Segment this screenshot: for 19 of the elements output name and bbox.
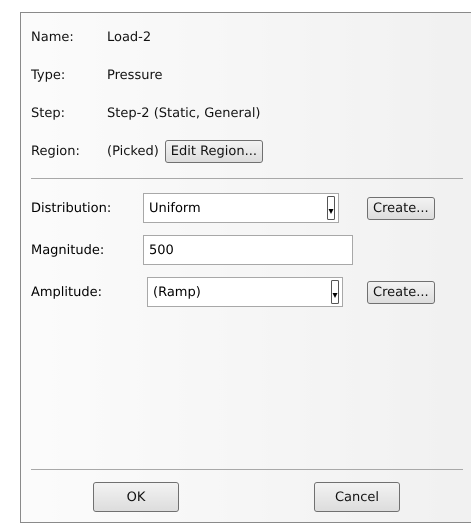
field-label: Magnitude:	[31, 242, 106, 258]
field-value: (Picked)	[107, 144, 159, 158]
field-label: Step:	[31, 106, 66, 120]
edit-region-button[interactable]: Edit Region...	[164, 140, 263, 162]
dropdown-field[interactable]: (Ramp)	[147, 277, 343, 307]
cancel-button[interactable]: Cancel	[314, 482, 400, 512]
field-label: Amplitude:	[31, 284, 103, 300]
magnitude-input[interactable]: 500	[143, 235, 353, 265]
field-label: Distribution:	[31, 200, 112, 216]
ok-button[interactable]: OK	[93, 482, 179, 512]
create-button[interactable]: Create...	[367, 196, 435, 220]
dropdown-field[interactable]: Uniform	[143, 193, 339, 223]
field-label: Region:	[31, 144, 81, 158]
field-label: Type:	[31, 68, 66, 82]
field-value: Pressure	[107, 68, 163, 82]
field-label: Name:	[31, 30, 75, 44]
create-button[interactable]: Create...	[367, 280, 435, 304]
field-value: Load-2	[107, 30, 152, 44]
field-value: Step-2 (Static, General)	[107, 106, 261, 120]
